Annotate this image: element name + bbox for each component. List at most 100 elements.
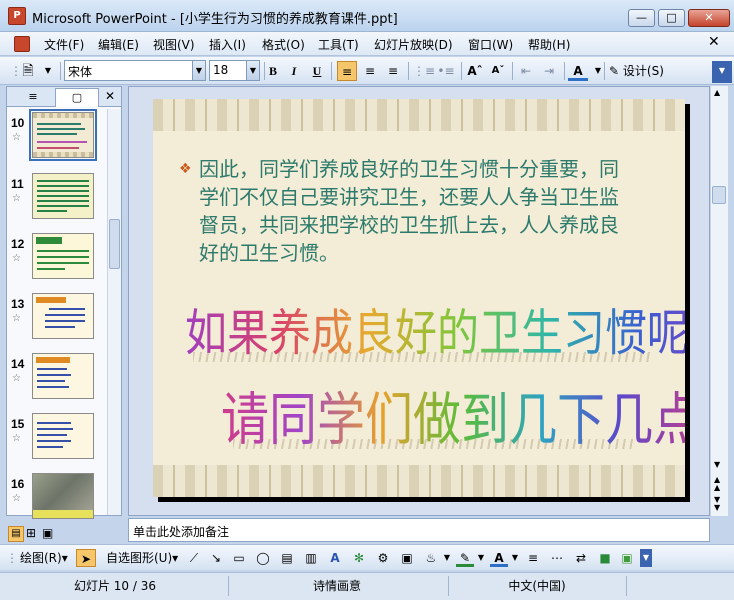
line-style-icon[interactable]: ≡: [524, 549, 542, 567]
italic-button[interactable]: I: [284, 61, 304, 81]
slide-thumb-row[interactable]: 13 ☆: [7, 293, 107, 349]
menu-view[interactable]: 视图(V): [153, 36, 195, 53]
bullet-list-icon[interactable]: •≡: [436, 61, 456, 81]
scrollbar-thumb[interactable]: [712, 186, 726, 204]
design-button[interactable]: ✎ 设计(S): [609, 62, 664, 80]
scroll-down-icon[interactable]: ▼: [714, 460, 720, 469]
autoshapes-button[interactable]: 自选图形(U)▾: [106, 549, 178, 567]
font-color-dropdown-icon[interactable]: ▼: [588, 61, 608, 81]
new-document-icon[interactable]: 🗎: [18, 61, 38, 81]
decrease-indent-icon[interactable]: ⇤: [516, 61, 536, 81]
slide-scrollbar[interactable]: ▲ ▼ ▲ ▲ ▼ ▼: [710, 86, 728, 516]
line-color-icon[interactable]: ✎: [456, 549, 474, 567]
font-name-dropdown-icon[interactable]: ▼: [192, 60, 206, 81]
wordart-instruction[interactable]: 请同学们做到几下几点: [221, 373, 685, 456]
arrow-style-icon[interactable]: ⇄: [572, 549, 590, 567]
dash-style-icon[interactable]: ⋯: [548, 549, 566, 567]
arrow-tool-icon[interactable]: ↘: [208, 549, 224, 567]
menu-window[interactable]: 窗口(W): [468, 36, 513, 53]
slide-thumbnail[interactable]: [32, 233, 94, 279]
wordart-icon[interactable]: A: [326, 549, 344, 567]
status-slide-count: 幻灯片 10 / 36: [73, 579, 157, 593]
decrease-font-icon[interactable]: Aˇ: [488, 61, 508, 81]
font-name-select[interactable]: 宋体: [64, 60, 193, 81]
previous-slide-icon[interactable]: ▲ ▲: [714, 476, 720, 492]
animation-star-icon: ☆: [12, 253, 21, 264]
powerpoint-app-icon[interactable]: P: [8, 7, 26, 25]
normal-view-icon[interactable]: ▤: [8, 526, 24, 542]
fill-color-icon[interactable]: ♨: [422, 549, 440, 567]
slide-thumbnail[interactable]: [32, 173, 94, 219]
slide-sorter-view-icon[interactable]: ⊞: [26, 526, 36, 540]
notes-pane[interactable]: 单击此处添加备注: [128, 518, 710, 542]
menu-file[interactable]: 文件(F): [44, 36, 84, 53]
vertical-textbox-icon[interactable]: ▥: [302, 549, 320, 567]
draw-menu-button[interactable]: 绘图(R)▾: [20, 549, 68, 567]
slide-body-text[interactable]: 因此，同学们养成良好的卫生习惯十分重要，同学们不仅自己要讲究卫生，还要人人争当卫…: [199, 155, 631, 267]
toolbar-overflow-icon[interactable]: ▼: [712, 61, 732, 83]
close-document-icon[interactable]: ✕: [708, 34, 720, 50]
select-pointer-icon[interactable]: ➤: [76, 549, 96, 567]
line-tool-icon[interactable]: ⟋: [186, 549, 202, 567]
font-size-select[interactable]: 18: [209, 60, 247, 81]
slide-thumbnail[interactable]: [32, 413, 94, 459]
3d-style-icon[interactable]: ▣: [618, 549, 636, 567]
font-color-draw-dropdown-icon[interactable]: ▼: [510, 549, 520, 567]
slide-canvas[interactable]: ❖ 因此，同学们养成良好的卫生习惯十分重要，同学们不仅自己要讲究卫生，还要人人争…: [153, 99, 685, 497]
outline-tab-icon[interactable]: ≡: [11, 89, 55, 105]
align-right-icon[interactable]: ≡: [383, 61, 403, 81]
textbox-tool-icon[interactable]: ▤: [278, 549, 296, 567]
font-color-draw-icon[interactable]: A: [490, 549, 508, 567]
bold-button[interactable]: B: [263, 61, 283, 81]
close-window-button[interactable]: ✕: [688, 9, 730, 27]
slide-thumb-row[interactable]: 12 ☆: [7, 233, 107, 289]
align-left-icon[interactable]: ≡: [337, 61, 357, 81]
slide-thumb-row[interactable]: 15 ☆: [7, 413, 107, 469]
slides-tab-icon[interactable]: ▢: [55, 88, 99, 107]
numbered-list-icon[interactable]: ⋮≡: [413, 61, 435, 81]
slide-thumbnail[interactable]: [32, 353, 94, 399]
increase-indent-icon[interactable]: ⇥: [539, 61, 559, 81]
draw-menu-label: 绘图(R): [20, 551, 62, 565]
slides-panel: ≡ ▢ ✕ 10 ☆ 11 ☆ 12 ☆ 13 ☆ 14 ☆ 15 ☆ 16 ☆: [6, 86, 122, 519]
underline-button[interactable]: U: [307, 61, 327, 81]
picture-icon[interactable]: ▣: [398, 549, 416, 567]
document-icon[interactable]: [14, 36, 30, 52]
minimize-button[interactable]: —: [628, 9, 655, 27]
menu-format[interactable]: 格式(O): [262, 36, 305, 53]
increase-font-icon[interactable]: Aˆ: [465, 61, 485, 81]
menu-bar: 文件(F) 编辑(E) 视图(V) 插入(I) 格式(O) 工具(T) 幻灯片放…: [0, 32, 734, 56]
fill-color-dropdown-icon[interactable]: ▼: [442, 549, 452, 567]
slide-thumb-row[interactable]: 14 ☆: [7, 353, 107, 409]
slides-panel-scrollbar[interactable]: [107, 109, 121, 515]
menu-tools[interactable]: 工具(T): [318, 36, 359, 53]
slide-thumbnail[interactable]: [29, 109, 97, 161]
scrollbar-thumb[interactable]: [109, 219, 120, 269]
menu-edit[interactable]: 编辑(E): [98, 36, 139, 53]
next-slide-icon[interactable]: ▼ ▼: [714, 496, 720, 512]
font-size-dropdown-icon[interactable]: ▼: [246, 60, 260, 81]
menu-help[interactable]: 帮助(H): [528, 36, 570, 53]
maximize-button[interactable]: □: [658, 9, 685, 27]
slide-thumb-row[interactable]: 11 ☆: [7, 173, 107, 229]
menu-slideshow[interactable]: 幻灯片放映(D): [374, 36, 453, 53]
wordart-question[interactable]: 如果养成良好的卫生习惯呢？: [185, 294, 685, 366]
font-color-icon[interactable]: A: [568, 61, 588, 81]
oval-tool-icon[interactable]: ◯: [254, 549, 272, 567]
diagram-icon[interactable]: ✻: [350, 549, 368, 567]
clipart-icon[interactable]: ⚙: [374, 549, 392, 567]
slide-thumb-row[interactable]: 16 ☆: [7, 473, 107, 529]
close-panel-icon[interactable]: ✕: [105, 89, 115, 103]
slide-thumbnail[interactable]: [32, 293, 94, 339]
menu-insert[interactable]: 插入(I): [209, 36, 246, 53]
shadow-style-icon[interactable]: ■: [596, 549, 614, 567]
slide-thumbnail[interactable]: [32, 473, 94, 519]
drawbar-overflow-icon[interactable]: ▼: [640, 549, 652, 567]
align-center-icon[interactable]: ≡: [360, 61, 380, 81]
line-color-dropdown-icon[interactable]: ▼: [476, 549, 486, 567]
rectangle-tool-icon[interactable]: ▭: [230, 549, 248, 567]
toolbar-options-chevron-icon[interactable]: ▼: [38, 61, 58, 81]
slide-thumb-row[interactable]: 10 ☆: [7, 109, 107, 168]
slideshow-view-icon[interactable]: ▣: [42, 526, 53, 540]
scroll-up-icon[interactable]: ▲: [714, 88, 720, 97]
